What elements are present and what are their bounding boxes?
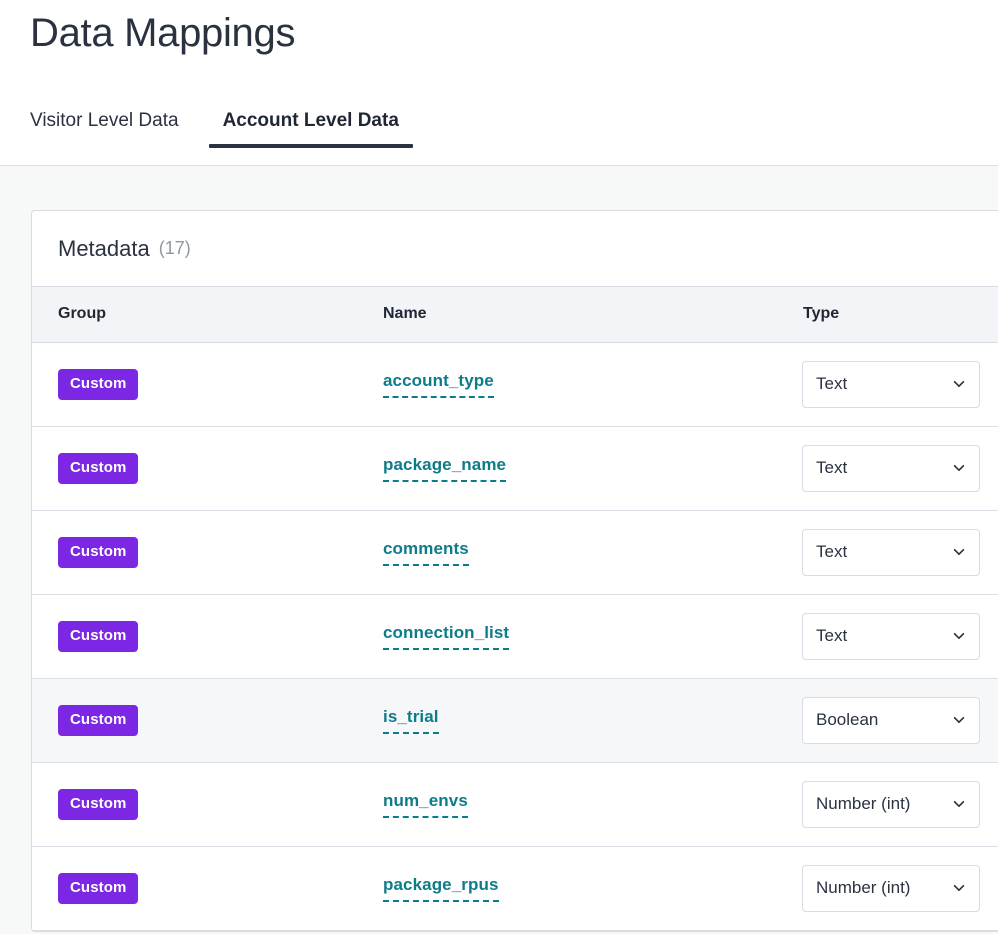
table-row[interactable]: Custom connection_list Text: [32, 594, 998, 679]
field-name-link[interactable]: is_trial: [383, 707, 439, 734]
cell-name: connection_list: [357, 594, 777, 679]
cell-group: Custom: [32, 762, 357, 847]
cell-name: is_trial: [357, 678, 777, 763]
group-badge: Custom: [58, 620, 139, 652]
group-badge: Custom: [58, 452, 139, 484]
group-badge: Custom: [58, 704, 139, 736]
field-name-link[interactable]: package_rpus: [383, 875, 499, 902]
chevron-down-icon: [952, 713, 966, 727]
cell-name: account_type: [357, 342, 777, 427]
type-select[interactable]: Text: [802, 528, 980, 576]
column-header-group: Group: [32, 287, 357, 343]
metadata-card: Metadata (17) Group Name Type Custom accoun…: [31, 210, 998, 932]
page-header: Data Mappings: [0, 0, 998, 58]
cell-type: Text: [777, 510, 998, 595]
type-select[interactable]: Boolean: [802, 696, 980, 744]
table-row[interactable]: Custom package_name Text: [32, 426, 998, 511]
cell-type: Number (int): [777, 846, 998, 931]
tab-visitor-level-data[interactable]: Visitor Level Data: [16, 109, 193, 147]
field-name-link[interactable]: account_type: [383, 371, 494, 398]
chevron-down-icon: [952, 881, 966, 895]
cell-type: Text: [777, 342, 998, 427]
group-badge: Custom: [58, 788, 139, 820]
cell-type: Text: [777, 426, 998, 511]
cell-group: Custom: [32, 594, 357, 679]
group-badge: Custom: [58, 368, 139, 400]
metadata-card-header: Metadata (17): [32, 211, 998, 287]
chevron-down-icon: [952, 461, 966, 475]
cell-group: Custom: [32, 342, 357, 427]
page-title: Data Mappings: [30, 11, 296, 55]
tab-bar: Visitor Level Data Account Level Data: [0, 109, 998, 166]
type-select[interactable]: Number (int): [802, 780, 980, 828]
type-select[interactable]: Text: [802, 612, 980, 660]
cell-name: package_rpus: [357, 846, 777, 931]
type-select-value: Number (int): [816, 794, 911, 813]
tab-account-level-data[interactable]: Account Level Data: [208, 109, 414, 148]
type-select-value: Text: [816, 626, 848, 645]
field-name-link[interactable]: comments: [383, 539, 469, 566]
type-select-value: Number (int): [816, 878, 911, 897]
type-select-value: Text: [816, 458, 848, 477]
cell-name: package_name: [357, 426, 777, 511]
field-name-link[interactable]: connection_list: [383, 623, 510, 650]
type-select-value: Text: [816, 374, 848, 393]
field-name-link[interactable]: num_envs: [383, 791, 468, 818]
chevron-down-icon: [952, 377, 966, 391]
chevron-down-icon: [952, 545, 966, 559]
cell-group: Custom: [32, 426, 357, 511]
type-select[interactable]: Number (int): [802, 864, 980, 912]
table-row[interactable]: Custom num_envs Number (int): [32, 762, 998, 847]
content-area: Metadata (17) Group Name Type Custom accoun…: [0, 166, 998, 934]
table-row[interactable]: Custom is_trial Boolean: [32, 678, 998, 763]
cell-group: Custom: [32, 846, 357, 931]
chevron-down-icon: [952, 797, 966, 811]
group-badge: Custom: [58, 536, 139, 568]
metadata-count: (17): [158, 238, 191, 258]
table-row[interactable]: Custom comments Text: [32, 510, 998, 595]
cell-group: Custom: [32, 678, 357, 763]
type-select-value: Boolean: [816, 710, 879, 729]
type-select[interactable]: Text: [802, 444, 980, 492]
cell-type: Boolean: [777, 678, 998, 763]
column-header-type: Type: [777, 287, 998, 343]
column-header-name: Name: [357, 287, 777, 343]
type-select[interactable]: Text: [802, 360, 980, 408]
cell-group: Custom: [32, 510, 357, 595]
metadata-table: Group Name Type Custom account_type Text Cust…: [32, 287, 998, 931]
field-name-link[interactable]: package_name: [383, 455, 507, 482]
table-body: Custom account_type Text Custom package_name…: [32, 342, 998, 931]
data-mappings-page: Data Mappings Visitor Level Data Account …: [0, 0, 998, 934]
table-row[interactable]: Custom package_rpus Number (int): [32, 846, 998, 931]
cell-name: num_envs: [357, 762, 777, 847]
cell-name: comments: [357, 510, 777, 595]
cell-type: Text: [777, 594, 998, 679]
chevron-down-icon: [952, 629, 966, 643]
type-select-value: Text: [816, 542, 848, 561]
metadata-title: Metadata: [58, 235, 150, 261]
cell-type: Number (int): [777, 762, 998, 847]
table-header-row: Group Name Type: [32, 287, 998, 343]
table-head: Group Name Type: [32, 287, 998, 343]
group-badge: Custom: [58, 872, 139, 904]
table-row[interactable]: Custom account_type Text: [32, 342, 998, 427]
